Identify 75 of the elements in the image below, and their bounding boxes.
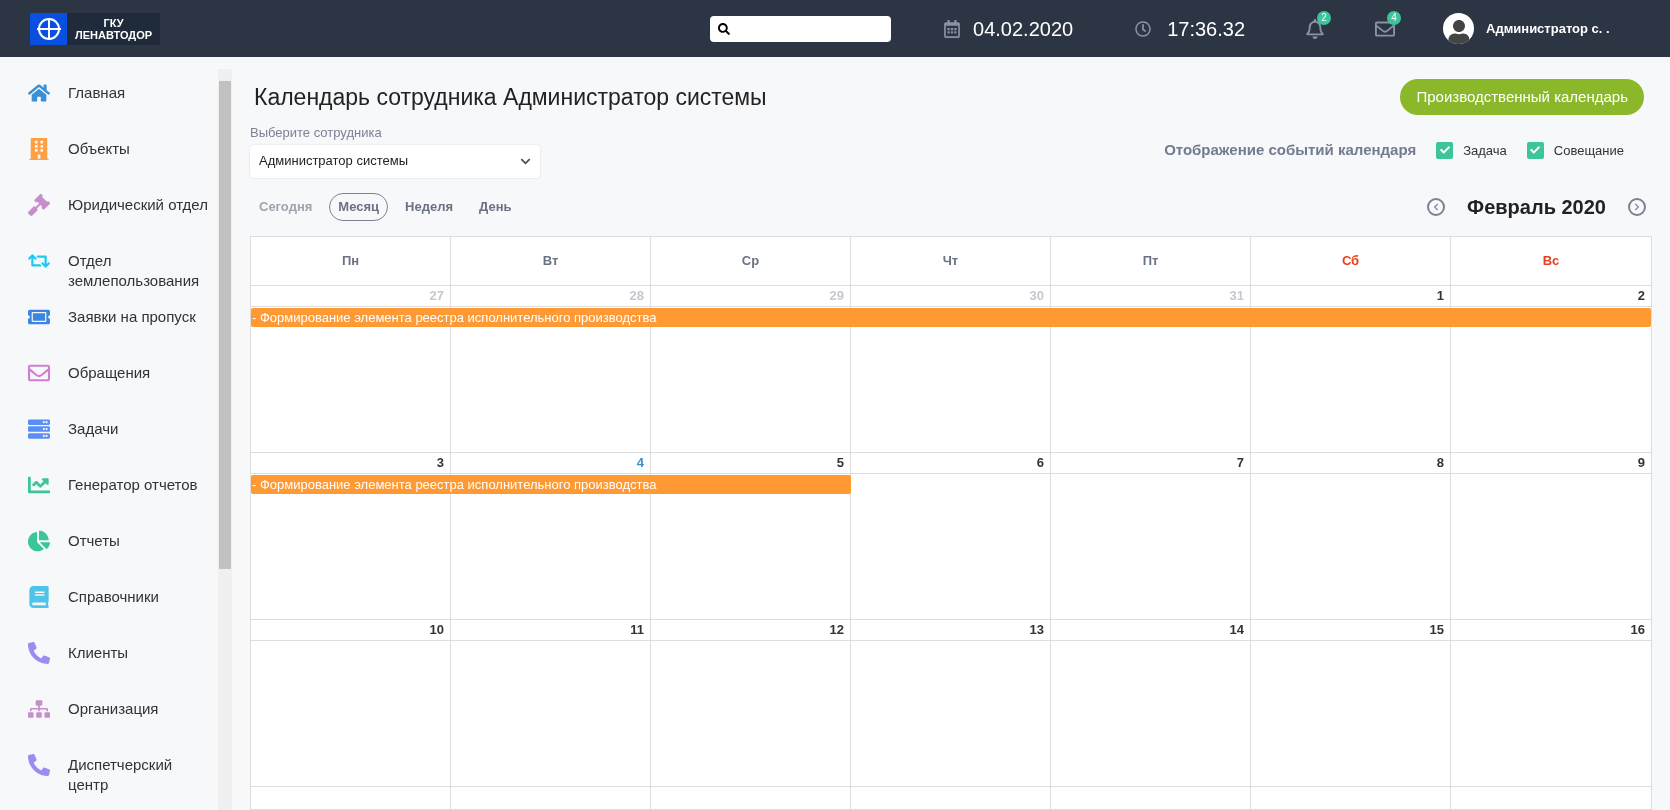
check-icon xyxy=(1439,145,1450,156)
day-number: 8 xyxy=(1436,453,1444,472)
sidebar-item[interactable]: Диспетчерский центр xyxy=(28,745,218,801)
event-filter-checkbox[interactable]: Совещание xyxy=(1526,140,1624,160)
field-label: Выберите сотрудника xyxy=(250,124,383,142)
employee-select[interactable]: Администратор системы xyxy=(250,144,540,178)
logo-text: ЛЕНАВТОДОР xyxy=(75,28,153,41)
month-title: Февраль 2020 xyxy=(1467,194,1606,220)
sidebar-item[interactable]: Справочники xyxy=(28,577,218,633)
day-number: 9 xyxy=(1637,453,1645,472)
weekday-header: Вс xyxy=(1542,251,1560,270)
weekday-header: Чт xyxy=(942,251,959,270)
weekday-header: Вт xyxy=(542,251,559,270)
sidebar-item[interactable]: Объекты xyxy=(28,129,218,185)
scrollbar[interactable] xyxy=(218,69,232,810)
road-logo-icon xyxy=(34,15,63,42)
checkbox[interactable] xyxy=(1436,141,1454,159)
day-number: 27 xyxy=(429,286,444,305)
event-filter-checkbox[interactable]: Задача xyxy=(1436,140,1507,160)
day-number: 10 xyxy=(429,620,444,639)
day-number: 2 xyxy=(1637,286,1645,305)
calendar-icon xyxy=(943,19,962,38)
clock-icon xyxy=(1135,20,1152,37)
user-silhouette-icon xyxy=(1446,20,1471,44)
checkbox[interactable] xyxy=(1526,141,1544,159)
day-number: 3 xyxy=(436,453,444,472)
notification-count: 2 xyxy=(1317,10,1332,25)
avatar[interactable] xyxy=(1443,13,1475,44)
sidebar-item[interactable]: Обращения xyxy=(28,353,218,409)
logo[interactable]: ГКУ ЛЕНАВТОДОР xyxy=(30,12,161,45)
day-number: 6 xyxy=(1036,453,1044,472)
day-number: 1 xyxy=(1436,286,1444,305)
day-number: 5 xyxy=(836,453,844,472)
day-number: 14 xyxy=(1229,620,1244,639)
day-number: 13 xyxy=(1029,620,1044,639)
sidebar-item[interactable]: Организация xyxy=(28,689,218,745)
view-tab[interactable]: День xyxy=(470,192,521,221)
day-number: 31 xyxy=(1229,286,1244,305)
view-tab[interactable]: Неделя xyxy=(396,192,462,221)
sidebar-item[interactable]: Отдел землепользования xyxy=(28,241,218,297)
sidebar-item[interactable]: Заявки на пропуск xyxy=(28,297,218,353)
day-number: 11 xyxy=(630,620,644,639)
next-month-button[interactable] xyxy=(1628,197,1646,216)
day-number: 28 xyxy=(629,286,644,305)
day-number: 16 xyxy=(1630,620,1645,639)
weekday-header: Сб xyxy=(1341,251,1360,270)
user-name[interactable]: Администратор с. . xyxy=(1486,18,1610,39)
chevron-left-icon xyxy=(1432,202,1441,211)
day-number: 12 xyxy=(829,620,844,639)
day-number: 4 xyxy=(636,453,644,472)
day-number: 30 xyxy=(1029,286,1044,305)
logo-text: ГКУ xyxy=(102,16,125,29)
search-field[interactable] xyxy=(710,15,892,42)
day-number: 7 xyxy=(1236,453,1244,472)
sidebar-item[interactable]: Юридический отдел xyxy=(28,185,218,241)
scrollbar-thumb[interactable] xyxy=(219,81,231,569)
day-number: 15 xyxy=(1429,620,1444,639)
filter-label: Отображение событий календаря xyxy=(1164,140,1417,160)
current-date: 04.02.2020 xyxy=(973,16,1074,42)
page-title: Календарь сотрудника Администратор системы xyxy=(254,82,767,112)
check-icon xyxy=(1530,145,1541,156)
weekday-header: Ср xyxy=(741,251,760,270)
weekday-header: Пт xyxy=(1142,251,1159,270)
sidebar-item[interactable]: Отчеты xyxy=(28,521,218,577)
previous-month-button[interactable] xyxy=(1427,197,1446,216)
search-icon xyxy=(718,22,731,35)
sidebar-item[interactable]: Задачи xyxy=(28,409,218,465)
sidebar-item[interactable]: Генератор отчетов xyxy=(28,465,218,521)
day-number: 29 xyxy=(829,286,844,305)
weekday-header: Пн xyxy=(341,251,360,270)
sidebar-item[interactable]: Главная xyxy=(28,73,218,129)
chevron-right-icon xyxy=(1633,202,1641,211)
message-count: 4 xyxy=(1387,10,1402,25)
current-time: 17:36.32 xyxy=(1167,16,1246,42)
sidebar-item[interactable]: Клиенты xyxy=(28,633,218,689)
